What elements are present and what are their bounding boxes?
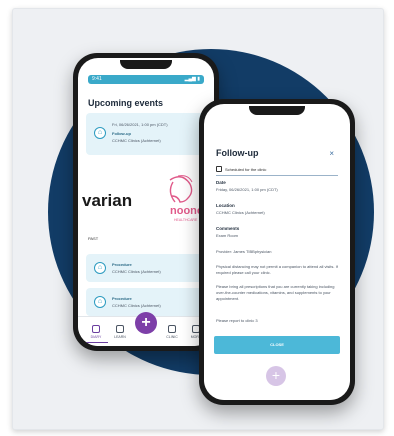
upcoming-events-title: Upcoming events [88,98,164,108]
tab-label: DIARY [90,335,102,339]
event-type: Procedure [112,262,132,267]
active-tab-indicator [86,341,108,343]
phone-notch [120,60,172,69]
close-icon[interactable]: × [329,149,334,158]
date-value: Friday, 06/26/2021, 1:00 pm (CDT) [216,187,278,192]
varian-logo: varian [82,191,132,210]
back-phone-screen: 9:41 ▂▄▆ ▮ Upcoming events ⌂ Fri, 06/26/… [78,58,214,346]
event-date: Fri, 06/26/2021, 1:00 pm (CDT) [112,122,168,127]
upcoming-event-card[interactable]: ⌂ Fri, 06/26/2021, 1:00 pm (CDT) Follow-… [86,113,206,155]
close-button[interactable]: CLOSE [214,336,340,354]
tab-learn[interactable]: LEARN [110,325,130,339]
event-location: CCHMC Clinics (Achternet) [112,138,161,143]
location-heading: Location [216,203,235,208]
event-location: CCHMC Clinics (Achternet) [112,303,161,308]
comments-value: Exam Room [216,233,239,238]
canvas: 9:41 ▂▄▆ ▮ Upcoming events ⌂ Fri, 06/26/… [0,0,394,436]
past-event-card[interactable]: ⌂ Procedure CCHMC Clinics (Achternet) [86,254,206,282]
home-icon [216,166,222,172]
prescriptions-note: Please bring all prescriptions that you … [216,284,335,301]
calendar-icon: ⌂ [94,262,106,274]
status-time: 9:41 [92,76,102,82]
report-note: Please report to clinic 3 [216,318,258,323]
promo-card: 9:41 ▂▄▆ ▮ Upcoming events ⌂ Fri, 06/26/… [12,8,384,430]
comments-heading: Comments [216,226,240,231]
tab-label: LEARN [114,335,126,339]
calendar-icon: ⌂ [94,127,106,139]
status-bar: 9:41 ▂▄▆ ▮ [88,75,204,84]
front-phone-screen: Follow-up × Scheduled for the clinic Dat… [204,104,350,400]
phone-notch [249,106,305,115]
bottom-tab-bar: DIARY LEARN + CLINIC MORE [78,312,214,346]
back-phone: 9:41 ▂▄▆ ▮ Upcoming events ⌂ Fri, 06/26/… [73,53,219,351]
date-heading: Date [216,180,226,185]
location-value: CCHMC Clinics (Achternet) [216,210,265,215]
book-icon [116,325,124,333]
past-label: PAST [88,236,99,241]
event-location: CCHMC Clinics (Achternet) [112,269,161,274]
faded-tab-bar: + [204,358,350,400]
scheduled-label: Scheduled for the clinic [225,166,267,172]
tab-clinic[interactable]: CLINIC [162,325,182,339]
page-title: Follow-up [216,148,259,158]
provider-text: Provider: James TIBBphysician [216,249,272,254]
event-type: Follow-up [112,131,131,136]
distancing-note: Physical distancing may not permit a com… [216,264,338,275]
front-phone: Follow-up × Scheduled for the clinic Dat… [199,99,355,405]
add-icon: + [266,366,286,386]
calendar-icon: ⌂ [94,296,106,308]
tab-diary[interactable]: DIARY [86,325,106,339]
tab-label: CLINIC [166,335,178,339]
noona-face-logo [169,175,193,203]
add-button[interactable]: + [135,312,157,334]
diary-icon [92,325,100,333]
clinic-icon [168,325,176,333]
divider [216,175,338,176]
signal-battery-icon: ▂▄▆ ▮ [184,76,200,82]
partner-logos: varian noono HEALTHCARE [78,168,214,228]
logo-svg: varian noono HEALTHCARE [82,175,204,222]
event-type: Procedure [112,296,132,301]
scheduled-row: Scheduled for the clinic [216,166,266,172]
noona-logo-subtext: HEALTHCARE [174,218,198,222]
